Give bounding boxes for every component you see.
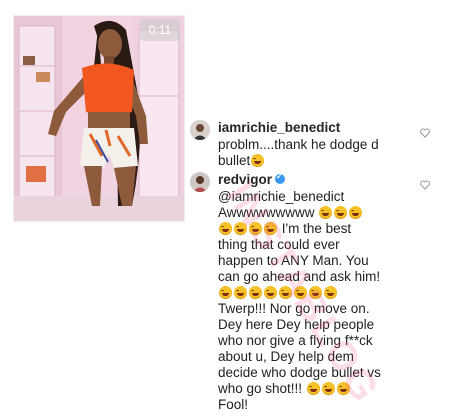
comment-text-line: thing that could ever (218, 237, 340, 252)
laughing-emoji (279, 286, 292, 299)
comment-text-line: happen to ANY Man. You (218, 253, 369, 268)
comment-text-line: Fool! (218, 397, 249, 412)
comment-iamrichie: iamrichie_benedict problm....thank he do… (190, 120, 430, 168)
laughing-emoji (264, 222, 277, 235)
comment-text-line: bullet (218, 153, 251, 168)
laughing-emoji (336, 382, 350, 395)
comment-text-line: who go shot!!! (218, 381, 303, 396)
laughing-emoji (321, 382, 335, 395)
laughing-emoji (309, 286, 322, 299)
laughing-emoji (234, 222, 247, 235)
comment-text-line: Dey here Dey help people (218, 317, 375, 332)
comment-text-line: I'm the best (281, 221, 352, 236)
laughing-emoji (294, 286, 307, 299)
post-video-thumbnail[interactable]: 0:11 (14, 16, 184, 221)
comment-text-line: Twerp!!! Nor go move on. (218, 301, 370, 316)
video-timer: 0:11 (140, 19, 180, 41)
comment-text-line: Awwwwwwwww (218, 205, 315, 220)
laughing-emoji (249, 286, 262, 299)
laughing-emoji (234, 286, 247, 299)
mention-link[interactable]: @iamrichie_benedict (218, 189, 344, 204)
comment-username-text[interactable]: redvigor (218, 172, 272, 187)
laughing-emoji (219, 222, 232, 235)
avatar[interactable] (190, 172, 210, 192)
comment-text-line: who nor give a flying f**ck (218, 333, 373, 348)
laughing-emoji (219, 286, 232, 299)
verified-badge-icon (275, 172, 286, 185)
avatar[interactable] (190, 120, 210, 140)
laughing-emoji (349, 206, 363, 219)
comment-redvigor: redvigor @iamrichie_benedict Awwwwwwwww … (190, 172, 430, 412)
comment-text-line: decide who dodge bullet vs (218, 365, 381, 380)
comment-text-line: about u, Dey help dem (218, 349, 354, 364)
laughing-emoji (251, 154, 265, 167)
laughing-emoji (249, 222, 262, 235)
woman-photo (14, 16, 184, 221)
comment-text-line: problm....thank he dodge d (218, 137, 379, 152)
comment-username[interactable]: redvigor (218, 172, 286, 187)
laughing-emoji (334, 206, 348, 219)
laughing-emoji (306, 382, 320, 395)
comment-text: problm....thank he dodge d bullet (218, 137, 423, 169)
laughing-emoji (319, 206, 333, 219)
comment-username[interactable]: iamrichie_benedict (218, 120, 340, 135)
heart-icon[interactable] (420, 128, 430, 138)
comment-text-line: can go ahead and ask him! (218, 269, 381, 284)
comment-text: @iamrichie_benedict Awwwwwwwww I'm the b… (218, 189, 423, 413)
laughing-emoji (324, 286, 337, 299)
laughing-emoji (264, 286, 277, 299)
